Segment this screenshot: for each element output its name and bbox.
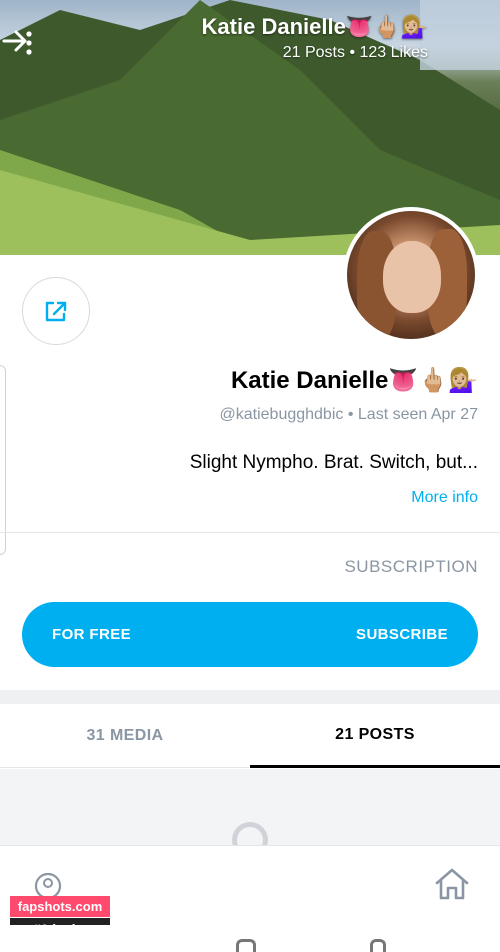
system-nav-bar xyxy=(0,925,500,952)
divider xyxy=(0,532,500,533)
home-system-icon[interactable] xyxy=(236,939,256,952)
header-posts-stat: 21 Posts xyxy=(282,44,345,61)
header-separator: • xyxy=(349,44,356,61)
share-icon xyxy=(45,301,67,322)
subscribe-button-label: SUBSCRIBE xyxy=(356,626,448,643)
profile-meta-separator: • xyxy=(347,406,354,423)
profile-meta: @katiebugghdbic • Last seen Apr 27 xyxy=(220,406,479,424)
recents-system-icon[interactable] xyxy=(370,939,386,952)
header-title: Katie Danielle👅🖕🏼💁🏼‍♀️ xyxy=(201,14,428,39)
header-title-block: Katie Danielle👅🖕🏼💁🏼‍♀️ 21 Posts • 123 Li… xyxy=(202,14,428,62)
profile-handle: @katiebugghdbic xyxy=(219,406,344,423)
avatar[interactable] xyxy=(343,207,479,343)
avatar-face xyxy=(383,241,441,313)
more-vertical-icon[interactable] xyxy=(24,30,34,56)
top-bar: Katie Danielle👅🖕🏼💁🏼‍♀️ 21 Posts • 123 Li… xyxy=(0,0,500,80)
header-stats: 21 Posts • 123 Likes xyxy=(202,44,428,62)
section-gap xyxy=(0,690,500,704)
tab-posts[interactable]: 21 POSTS xyxy=(250,704,500,768)
home-icon[interactable] xyxy=(432,864,472,904)
subscribe-button-price: FOR FREE xyxy=(52,626,132,643)
tab-media[interactable]: 31 MEDIA xyxy=(0,704,250,768)
header-likes-stat: 123 Likes xyxy=(359,44,429,61)
profile-last-seen: Last seen Apr 27 xyxy=(357,406,478,423)
profile-name: Katie Danielle👅🖕🏼💁🏼‍♀️ xyxy=(230,367,478,394)
profile-bio: Slight Nympho. Brat. Switch, but... xyxy=(189,452,478,473)
more-info-link[interactable]: More info xyxy=(411,489,478,507)
side-panel-edge[interactable] xyxy=(0,365,6,555)
subscribe-button[interactable]: SUBSCRIBE FOR FREE xyxy=(22,602,478,667)
watermark-site: fapshots.com xyxy=(10,896,110,917)
subscription-label: SUBSCRIPTION xyxy=(344,557,478,576)
share-button[interactable] xyxy=(22,277,90,345)
